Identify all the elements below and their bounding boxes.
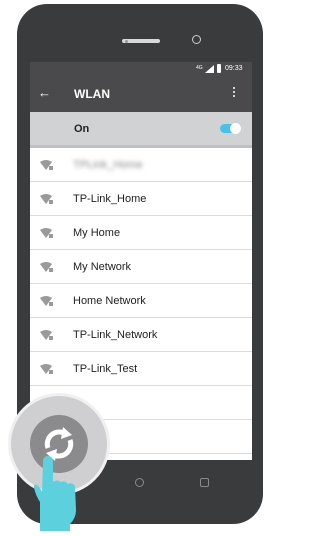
- wifi-lock-icon: [40, 364, 53, 374]
- more-options-icon[interactable]: [233, 87, 236, 99]
- wifi-network-item[interactable]: TP-Link_Test: [30, 352, 252, 386]
- pointing-hand-icon: [26, 452, 84, 531]
- wifi-lock-icon: [40, 194, 53, 204]
- sensor-dot: [125, 40, 128, 43]
- wifi-network-name: TP-Link_Home: [73, 193, 147, 205]
- wifi-network-name: My Home: [73, 227, 121, 239]
- wifi-lock-icon: [40, 330, 53, 340]
- wifi-network-item[interactable]: TPLink_Home: [30, 148, 252, 182]
- wifi-network-name: Home Network: [73, 295, 146, 307]
- front-camera: [192, 35, 201, 44]
- battery-icon: [217, 64, 221, 73]
- app-bar: ← WLAN: [30, 77, 252, 112]
- recent-apps-button[interactable]: [200, 478, 209, 487]
- back-arrow-icon[interactable]: ←: [38, 86, 51, 99]
- wifi-lock-icon: [40, 296, 53, 306]
- wlan-toggle-row[interactable]: On: [30, 112, 252, 148]
- wifi-network-item[interactable]: My Network: [30, 250, 252, 284]
- wifi-network-item[interactable]: My Home: [30, 216, 252, 250]
- switch-knob: [230, 123, 241, 134]
- wifi-network-item[interactable]: Home Network: [30, 284, 252, 318]
- toggle-label: On: [74, 123, 90, 135]
- signal-icon: [205, 65, 214, 73]
- wifi-lock-icon: [40, 262, 53, 272]
- wifi-network-item[interactable]: TP-Link_Network: [30, 318, 252, 352]
- wifi-lock-icon: [40, 160, 53, 170]
- wifi-network-name: TP-Link_Network: [73, 329, 158, 341]
- wifi-lock-icon: [40, 228, 53, 238]
- wifi-network-name: TPLink_Home: [73, 159, 143, 171]
- wifi-network-item[interactable]: TP-Link_Home: [30, 182, 252, 216]
- home-nav-button[interactable]: [135, 478, 144, 487]
- wifi-network-name: My Network: [73, 261, 132, 273]
- wifi-network-name: TP-Link_Test: [73, 363, 138, 375]
- wlan-switch[interactable]: [220, 123, 241, 134]
- status-time: 09:33: [225, 65, 243, 72]
- page-title: WLAN: [74, 87, 110, 101]
- status-bar: 4G 09:33: [30, 62, 252, 77]
- network-type: 4G: [196, 65, 203, 71]
